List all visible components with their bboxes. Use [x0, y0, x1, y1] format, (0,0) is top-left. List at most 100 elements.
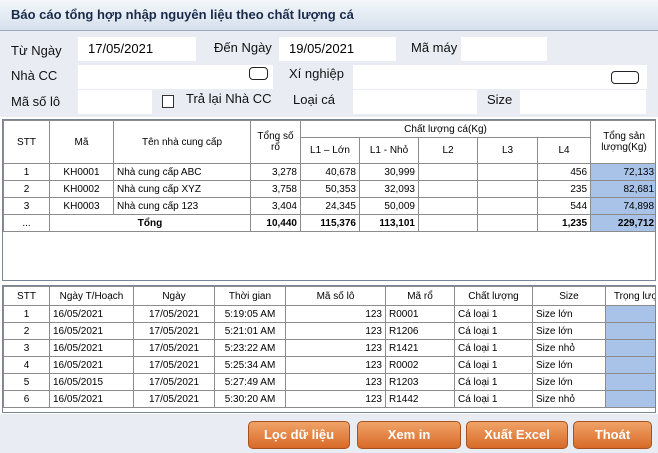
cell-quality: Cá loại 1	[454, 390, 533, 408]
supplier-lookup-button[interactable]	[249, 67, 268, 80]
supplier-field[interactable]	[78, 65, 273, 89]
cell-l2	[418, 180, 478, 198]
col-basket: Mã rổ	[385, 286, 455, 306]
lot-label: Mã số lô	[11, 94, 61, 109]
total-output: 229,712	[590, 214, 655, 232]
from-date-field[interactable]: 17/05/2021	[78, 37, 196, 61]
cell-lot: 123	[285, 322, 386, 340]
table-row[interactable]: 4 16/05/2021 17/05/2021 5:25:34 AM 123 R…	[3, 356, 655, 374]
cell-l1-large: 50,353	[300, 180, 360, 198]
cell-date: 17/05/2021	[133, 356, 215, 374]
cell-baskets: 3,758	[250, 180, 301, 198]
table-row[interactable]: 1 16/05/2021 17/05/2021 5:19:05 AM 123 R…	[3, 305, 655, 323]
factory-label: Xí nghiệp	[289, 66, 344, 81]
supplier-label: Nhà CC	[11, 68, 58, 83]
filter-data-button[interactable]: Lọc dữ liệu	[248, 421, 350, 449]
cell-weight: 28	[605, 356, 655, 374]
machine-field[interactable]	[461, 37, 547, 61]
lot-field[interactable]	[78, 90, 152, 114]
cell-stt: 6	[3, 390, 50, 408]
col-total-output: Tổng sản lượng(Kg)	[590, 120, 655, 164]
summary-grid[interactable]: STT Mã Tên nhà cung cấp Tổng số rổ Chất …	[2, 119, 656, 281]
cell-quality: Cá loại 1	[454, 322, 533, 340]
cell-stt: 3	[3, 197, 50, 215]
col-l4: L4	[536, 137, 592, 164]
to-date-field[interactable]: 19/05/2021	[279, 37, 396, 61]
cell-lot: 123	[285, 305, 386, 323]
cell-baskets: 3,404	[250, 197, 301, 215]
cell-basket: R1421	[385, 339, 455, 357]
table-row[interactable]: 2 16/05/2021 17/05/2021 5:21:01 AM 123 R…	[3, 322, 655, 340]
cell-l1-small: 32,093	[359, 180, 419, 198]
col-time: Thời gian	[214, 286, 286, 306]
cell-weight: 23.8	[605, 339, 655, 357]
col-plan-date: Ngày T/Hoạch	[49, 286, 134, 306]
cell-total: 82,681	[590, 180, 655, 198]
cell-l4: 456	[536, 163, 592, 181]
cell-lot: 123	[285, 339, 386, 357]
return-supplier-checkbox[interactable]	[162, 95, 174, 108]
cell-stt: 2	[3, 322, 50, 340]
cell-lot: 123	[285, 373, 386, 391]
cell-lot: 123	[285, 356, 386, 374]
col-supplier-name: Tên nhà cung cấp	[113, 120, 251, 164]
cell-name: Nhà cung cấp ABC	[113, 163, 251, 181]
factory-field[interactable]	[353, 65, 647, 89]
col-code: Mã	[49, 120, 114, 164]
col-l2: L2	[418, 137, 478, 164]
cell-l3	[477, 163, 538, 181]
cell-basket: R1203	[385, 373, 455, 391]
col-size: Size	[532, 286, 606, 306]
cell-date: 17/05/2021	[133, 322, 215, 340]
cell-time: 5:19:05 AM	[214, 305, 286, 323]
cell-code: KH0001	[49, 163, 114, 181]
table-row[interactable]: 2 KH0002 Nhà cung cấp XYZ 3,758 50,353 3…	[3, 180, 655, 198]
cell-plan-date: 16/05/2021	[49, 339, 134, 357]
cell-stt: 2	[3, 180, 50, 198]
table-row[interactable]: 5 16/05/2015 17/05/2021 5:27:49 AM 123 R…	[3, 373, 655, 391]
total-l3	[477, 214, 538, 232]
col-quality-group: Chất lượng cá(Kg)	[299, 120, 592, 138]
filter-panel: Từ Ngày 17/05/2021 Đến Ngày 19/05/2021 M…	[0, 31, 658, 117]
cell-weight: 25.4	[605, 373, 655, 391]
detail-grid[interactable]: STT Ngày T/Hoạch Ngày Thời gian Mã số lô…	[2, 285, 656, 413]
cell-date: 17/05/2021	[133, 305, 215, 323]
table-row[interactable]: 1 KH0001 Nhà cung cấp ABC 3,278 40,678 3…	[3, 163, 655, 181]
cell-size: Size lớn	[532, 305, 606, 323]
factory-lookup-button[interactable]	[611, 71, 639, 84]
cell-stt: 3	[3, 339, 50, 357]
table-row[interactable]: 3 KH0003 Nhà cung cấp 123 3,404 24,345 5…	[3, 197, 655, 215]
to-date-label: Đến Ngày	[214, 40, 272, 55]
size-label: Size	[487, 92, 513, 107]
exit-button[interactable]: Thoát	[573, 421, 652, 449]
print-preview-button[interactable]: Xem in	[357, 421, 461, 449]
cell-size: Size nhỏ	[532, 390, 606, 408]
cell-baskets: 3,278	[250, 163, 301, 181]
return-supplier-label: Trả lại Nhà CC	[186, 91, 272, 106]
export-excel-button[interactable]: Xuất Excel	[466, 421, 568, 449]
cell-lot: 123	[285, 390, 386, 408]
cell-l3	[477, 180, 538, 198]
cell-l3	[477, 197, 538, 215]
total-l2	[418, 214, 478, 232]
cell-plan-date: 16/05/2015	[49, 373, 134, 391]
col-date: Ngày	[133, 286, 215, 306]
cell-stt: ...	[3, 214, 50, 232]
col-l1-large: L1 – Lớn	[300, 137, 360, 164]
cell-basket: R1442	[385, 390, 455, 408]
cell-quality: Cá loại 1	[454, 356, 533, 374]
window-title: Báo cáo tổng hợp nhập nguyên liệu theo c…	[0, 0, 658, 31]
size-field[interactable]	[520, 90, 646, 114]
fish-type-field[interactable]	[353, 90, 477, 114]
cell-basket: R1206	[385, 322, 455, 340]
detail-table: STT Ngày T/Hoạch Ngày Thời gian Mã số lô…	[3, 286, 655, 408]
table-row[interactable]: 3 16/05/2021 17/05/2021 5:23:22 AM 123 R…	[3, 339, 655, 357]
cell-stt: 1	[3, 163, 50, 181]
cell-date: 17/05/2021	[133, 339, 215, 357]
cell-weight: 25	[605, 305, 655, 323]
col-l1-small: L1 - Nhỏ	[359, 137, 419, 164]
cell-time: 5:23:22 AM	[214, 339, 286, 357]
cell-stt: 1	[3, 305, 50, 323]
total-label: Tổng	[49, 214, 251, 232]
table-row[interactable]: 6 16/05/2021 17/05/2021 5:30:20 AM 123 R…	[3, 390, 655, 408]
